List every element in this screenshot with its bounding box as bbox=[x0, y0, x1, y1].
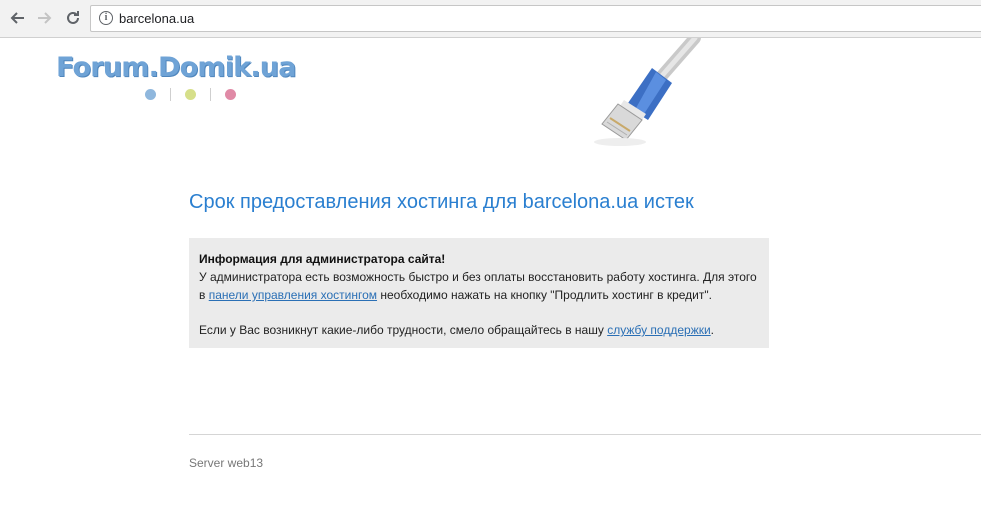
support-text-part: Если у Вас возникнут какие-либо трудност… bbox=[199, 323, 608, 337]
admin-notice-box: Информация для администратора сайта! У а… bbox=[189, 238, 769, 348]
forward-button[interactable] bbox=[34, 7, 56, 29]
notice-text-part: необходимо нажать на кнопку "Продлить хо… bbox=[377, 288, 712, 302]
address-bar[interactable]: i barcelona.ua bbox=[90, 5, 981, 32]
browser-toolbar: i barcelona.ua bbox=[0, 0, 981, 38]
divider bbox=[189, 434, 981, 435]
site-logo[interactable]: Forum.Domik.ua bbox=[56, 52, 296, 83]
network-cable-image bbox=[594, 38, 701, 146]
back-button[interactable] bbox=[6, 7, 28, 29]
support-text-part: . bbox=[710, 323, 715, 337]
server-label: Server web13 bbox=[189, 456, 264, 470]
logo-dot-blue bbox=[145, 89, 156, 100]
support-text: Если у Вас возникнут какие-либо трудност… bbox=[199, 321, 759, 339]
logo-separator bbox=[170, 88, 171, 101]
page-title: Срок предоставления хостинга для barcelo… bbox=[189, 191, 694, 213]
url-text[interactable]: barcelona.ua bbox=[119, 11, 194, 26]
support-link[interactable]: службу поддержки bbox=[607, 323, 710, 337]
info-icon[interactable]: i bbox=[99, 11, 113, 25]
reload-button[interactable] bbox=[62, 7, 84, 29]
reload-icon bbox=[67, 11, 79, 24]
arrow-left-icon bbox=[10, 12, 24, 24]
arrow-right-icon bbox=[38, 12, 52, 24]
control-panel-link[interactable]: панели управления хостингом bbox=[209, 288, 377, 302]
notice-text: У администратора есть возможность быстро… bbox=[199, 268, 759, 304]
notice-title: Информация для администратора сайта! bbox=[199, 252, 446, 266]
logo-dot-green bbox=[185, 89, 196, 100]
logo-dot-pink bbox=[225, 89, 236, 100]
logo-separator bbox=[210, 88, 211, 101]
